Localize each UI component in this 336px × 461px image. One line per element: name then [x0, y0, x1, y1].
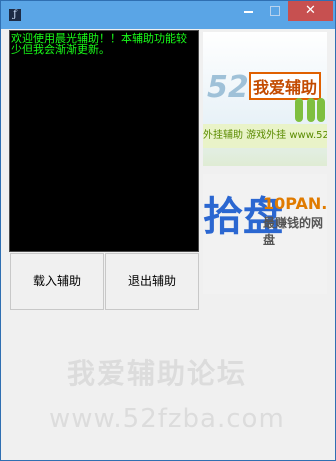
ad1-band-text: 外挂辅助 游戏外挂 www.52fzba.com [203, 124, 327, 148]
exit-assist-button[interactable]: 退出辅助 [105, 253, 199, 310]
maximize-icon [270, 6, 280, 16]
watermark-title: 我爱辅助论坛 [67, 357, 248, 390]
title-bar[interactable]: ƒ ✕ [1, 1, 335, 29]
app-window: ƒ ✕ 欢迎使用晨光辅助！！本辅助功能较少但我会渐渐更新。 载入辅助 退出辅助 … [0, 0, 336, 461]
app-icon: ƒ [9, 9, 21, 21]
ad-banner-10pan[interactable]: 拾盘 10PAN.COM 最赚钱的网盘 [203, 174, 327, 294]
console-output[interactable]: 欢迎使用晨光辅助！！本辅助功能较少但我会渐渐更新。 [9, 30, 199, 252]
tree-icon [317, 98, 325, 122]
exit-assist-label: 退出辅助 [127, 274, 176, 288]
close-icon: ✕ [305, 3, 316, 18]
load-assist-button[interactable]: 载入辅助 [10, 253, 104, 310]
ad1-title: 我爱辅助 [249, 72, 322, 100]
ad2-url: 10PAN.COM [263, 194, 327, 213]
ad-banner-52fzba[interactable]: 52 我爱辅助 外挂辅助 游戏外挂 www.52fzba.com [203, 32, 327, 166]
load-assist-label: 载入辅助 [32, 274, 81, 288]
ad2-slogan: 最赚钱的网盘 [263, 216, 324, 247]
tree-icon [307, 98, 315, 122]
ad1-number: 52 [207, 70, 249, 105]
close-button[interactable]: ✕ [288, 1, 333, 21]
maximize-button[interactable] [262, 1, 288, 21]
client-area: 欢迎使用晨光辅助！！本辅助功能较少但我会渐渐更新。 载入辅助 退出辅助 52 我… [9, 30, 327, 452]
minimize-icon [244, 11, 253, 13]
tree-icon [295, 98, 303, 122]
watermark-url: www.52fzba.com [49, 404, 285, 434]
minimize-button[interactable] [235, 1, 262, 21]
